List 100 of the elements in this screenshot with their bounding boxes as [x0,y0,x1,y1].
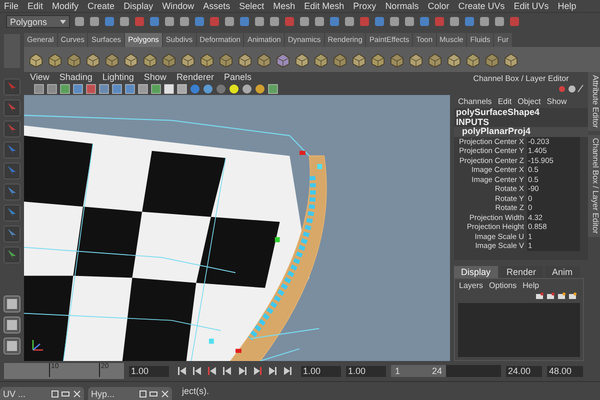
mode-dropdown[interactable]: Polygons [6,15,70,28]
toolbar-icon[interactable] [449,16,460,27]
range-start-field[interactable]: 1.00 [346,366,386,376]
toolbar-icon[interactable] [119,16,130,27]
layer-tool-icon[interactable] [546,292,555,300]
shelf-tool-icon[interactable] [446,52,462,68]
end-time-field[interactable]: 48.00 [547,366,583,376]
toolbar-icon[interactable] [479,16,490,27]
range-slider[interactable]: 1 24 [391,365,446,377]
toolbar-icon[interactable] [74,16,85,27]
shelf-tool-icon[interactable] [484,52,500,68]
shelf-tool-icon[interactable] [218,52,234,68]
layer-editor-tab[interactable]: Anim [545,266,580,278]
playback-control-icon[interactable] [268,367,277,375]
menu-item[interactable]: Edit Mesh [304,1,344,11]
toolbar-icon[interactable] [224,16,235,27]
playback-control-icon[interactable] [238,367,247,375]
toolbar-icon[interactable] [179,16,190,27]
shelf-tool-icon[interactable] [47,52,63,68]
toolbar-icon[interactable] [314,16,325,27]
toolbar-icon[interactable] [269,16,280,27]
toolbar-icon[interactable] [509,16,520,27]
layer-editor-menu-item[interactable]: Layers [459,281,484,290]
menu-item[interactable]: Mesh [273,1,296,11]
channel-box-toolbar-icon[interactable] [558,84,584,93]
shelf-tool-icon[interactable] [161,52,177,68]
tool-icon[interactable] [3,225,21,243]
channel-box-menu-item[interactable]: Show [546,97,567,106]
layout-icon[interactable] [3,337,21,355]
layer-tool-icon[interactable] [535,292,544,300]
viewport-menu-item[interactable]: Shading [59,72,92,83]
toolbar-icon[interactable] [464,16,475,27]
shelf-tool-icon[interactable] [256,52,272,68]
current-time-field[interactable]: 1.00 [129,366,169,376]
shelf-tool-icon[interactable] [142,52,158,68]
viewport-menu-item[interactable]: Lighting [102,72,134,83]
shelf-tool-icon[interactable] [199,52,215,68]
playback-control-icon[interactable] [178,367,187,375]
menu-item[interactable]: Proxy [353,1,376,11]
start-time-field[interactable]: 1.00 [301,366,341,376]
layer-tool-icon[interactable] [568,292,577,300]
playback-control-icon[interactable] [193,367,202,375]
layer-editor-menu-item[interactable]: Help [522,281,540,290]
toolbar-icon[interactable] [194,16,205,27]
shelf-tool-icon[interactable] [85,52,101,68]
menu-item[interactable]: Create UVs [458,1,505,11]
shelf-tool-icon[interactable] [123,52,139,68]
toolbar-icon[interactable] [239,16,250,27]
window-controls-icon[interactable] [139,390,169,398]
menu-item[interactable]: Select [239,1,264,11]
tool-icon[interactable] [3,78,21,96]
toolbar-icon[interactable] [389,16,400,27]
toolbar-icon[interactable] [134,16,145,27]
toolbar-icon[interactable] [209,16,220,27]
layer-editor-menu-item[interactable]: Options [489,281,517,290]
shelf-tool-icon[interactable] [28,52,44,68]
toolbar-icon[interactable] [329,16,340,27]
menu-item[interactable]: Assets [203,1,230,11]
playback-control-icon[interactable] [283,367,292,375]
shelf-tool-icon[interactable] [332,52,348,68]
checker-mesh-drawing[interactable] [24,95,450,361]
menu-item[interactable]: Edit UVs [514,1,549,11]
tool-icon[interactable] [3,120,21,138]
tool-icon[interactable] [3,162,21,180]
shelf-tool-icon[interactable] [66,52,82,68]
shelf-tool-icon[interactable] [503,52,519,68]
tool-icon[interactable] [3,99,21,117]
menu-item[interactable]: Color [428,1,450,11]
side-tab[interactable]: Attribute Editor [588,72,600,131]
shelf-tool-icon[interactable] [370,52,386,68]
toolbar-icon[interactable] [359,16,370,27]
channel-box-menu-item[interactable]: Channels [458,97,492,106]
minimized-window[interactable]: UV ... [0,387,84,400]
node-name[interactable]: polyPlanarProj4 [454,127,588,136]
shelf-tool-icon[interactable] [180,52,196,68]
toolbar-icon[interactable] [434,16,445,27]
tool-icon[interactable] [3,183,21,201]
menu-item[interactable]: Normals [385,1,419,11]
toolbar-icon[interactable] [494,16,505,27]
toolbar-icon[interactable] [164,16,175,27]
toolbar-icon[interactable] [419,16,430,27]
toolbar-icon[interactable] [299,16,310,27]
layer-editor-tab[interactable]: Display [454,266,498,278]
playback-control-icon[interactable] [253,367,262,375]
menu-item[interactable]: Modify [52,1,79,11]
toolbar-icon[interactable] [284,16,295,27]
shelf-tool-icon[interactable] [275,52,291,68]
viewport-menu-item[interactable]: View [30,72,50,83]
toolbar-icon[interactable] [104,16,115,27]
shelf-tool-icon[interactable] [465,52,481,68]
layout-icon[interactable] [3,316,21,334]
shelf-tool-icon[interactable] [389,52,405,68]
menu-item[interactable]: Help [558,1,576,11]
toolbar-icon[interactable] [374,16,385,27]
viewport-menu-item[interactable]: Show [144,72,166,83]
toolbar-icon[interactable] [254,16,265,27]
shelf-tool-icon[interactable] [427,52,443,68]
shelf-tool-icon[interactable] [351,52,367,68]
layout-icon[interactable] [3,295,21,313]
menu-item[interactable]: File [4,1,19,11]
